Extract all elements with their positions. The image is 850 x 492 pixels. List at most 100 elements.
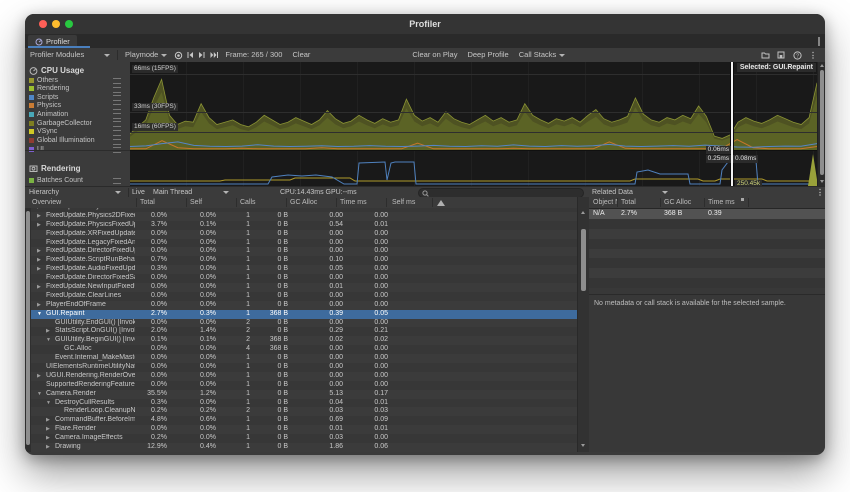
column-self-ms[interactable]: Self ms <box>392 197 415 208</box>
hierarchy-row[interactable]: ▶Flare.Render0.0%0.0%10 B0.010.01 <box>25 425 577 434</box>
hierarchy-row[interactable]: ▼GUIUtility.BeginGUI() [Invoke]0.1%0.1%2… <box>25 336 577 345</box>
expanded-arrow-icon[interactable]: ▼ <box>46 336 51 345</box>
load-profile-icon[interactable] <box>759 49 771 61</box>
chart-scrollbar-thumb[interactable] <box>820 70 824 175</box>
column-time-ms[interactable]: Time ms <box>708 197 735 208</box>
scroll-up-icon[interactable] <box>581 211 585 214</box>
drag-handle-icon[interactable] <box>113 178 121 184</box>
clear-on-play-toggle[interactable]: Clear on Play <box>407 49 462 61</box>
deep-profile-toggle[interactable]: Deep Profile <box>462 49 513 61</box>
drag-handle-icon[interactable] <box>113 95 121 101</box>
hierarchy-row[interactable]: GC.Alloc0.0%0.0%4368 B0.000.00 <box>25 345 577 354</box>
hierarchy-scrollbar[interactable] <box>577 197 589 452</box>
hierarchy-row[interactable]: FixedUpdate.XRFixedUpdate0.0%0.0%10 B0.0… <box>25 230 577 239</box>
kebab-menu-icon[interactable]: ⋮ <box>807 49 819 61</box>
hierarchy-row[interactable]: ▶FixedUpdate.ScriptRunBehaviourFixedUpda… <box>25 256 577 265</box>
collapsed-arrow-icon[interactable]: ▶ <box>37 247 41 256</box>
record-button[interactable] <box>172 49 184 61</box>
hierarchy-row[interactable]: RenderLoop.CleanupNodeQueue0.2%0.2%20 B0… <box>25 407 577 416</box>
hierarchy-row[interactable]: ▼Camera.Render35.5%1.2%10 B5.130.17 <box>25 390 577 399</box>
column-object-name[interactable]: Object Name <box>593 197 617 208</box>
hierarchy-row[interactable]: Event.Internal_MakeMasterEventCurrent0.0… <box>25 354 577 363</box>
scroll-up-icon[interactable] <box>820 64 824 67</box>
hierarchy-row[interactable]: ▼DestroyCullResults0.3%0.0%10 B0.040.01 <box>25 399 577 408</box>
collapsed-arrow-icon[interactable]: ▶ <box>37 372 41 381</box>
hierarchy-row[interactable]: FixedUpdate.DirectorFixedSampleTime0.0%0… <box>25 274 577 283</box>
call-stacks-dropdown[interactable]: Call Stacks <box>514 49 571 61</box>
expanded-arrow-icon[interactable]: ▼ <box>46 399 51 408</box>
hierarchy-row[interactable]: ▶FixedUpdate.DirectorFixedUpdate0.0%0.0%… <box>25 247 577 256</box>
next-frame-button[interactable] <box>196 49 208 61</box>
drag-handle-icon[interactable] <box>113 121 121 127</box>
column-time-ms[interactable]: Time ms <box>340 197 367 208</box>
legend-item-others[interactable]: Others <box>29 76 127 84</box>
hierarchy-row-selected[interactable]: ▼GUI.Repaint2.7%0.3%1368 B0.390.05 <box>25 310 577 319</box>
legend-item-scripts[interactable]: Scripts <box>29 93 127 101</box>
hierarchy-row[interactable]: ▶FixedUpdate.Physics2DFixedUpdate0.0%0.0… <box>25 212 577 221</box>
hierarchy-row[interactable]: ▶Drawing12.9%0.4%10 B1.860.06 <box>25 443 577 452</box>
related-data-row-selected[interactable]: N/A 2.7% 368 B 0.39 <box>589 209 825 219</box>
profiler-modules-dropdown[interactable]: Profiler Modules <box>25 49 115 61</box>
pane-handle-icon[interactable] <box>818 37 820 46</box>
collapsed-arrow-icon[interactable]: ▶ <box>37 221 41 230</box>
drag-handle-icon[interactable] <box>113 104 121 110</box>
collapsed-arrow-icon[interactable]: ▶ <box>37 301 41 310</box>
collapsed-arrow-icon[interactable]: ▶ <box>46 416 50 425</box>
collapsed-arrow-icon[interactable]: ▶ <box>46 327 50 336</box>
scroll-down-icon[interactable] <box>820 180 824 183</box>
column-gc-alloc[interactable]: GC Alloc <box>664 197 691 208</box>
hierarchy-row[interactable]: FixedUpdate.LegacyFixedAnimationUpdate0.… <box>25 239 577 248</box>
hierarchy-row[interactable]: FixedUpdate.ClearLines0.0%0.0%10 B0.000.… <box>25 292 577 301</box>
legend-item-global-illumination[interactable]: Global Illumination <box>29 137 127 145</box>
legend-item-rendering[interactable]: Rendering <box>29 85 127 93</box>
hierarchy-left-scrollbar[interactable] <box>25 208 31 452</box>
cpu-usage-chart[interactable] <box>130 62 817 150</box>
hierarchy-row[interactable]: ▶UGUI.Rendering.RenderOverlays0.0%0.0%10… <box>25 372 577 381</box>
hierarchy-row[interactable]: SupportedRenderingFeatures.active0.0%0.0… <box>25 381 577 390</box>
expanded-arrow-icon[interactable]: ▼ <box>37 390 42 399</box>
collapsed-arrow-icon[interactable]: ▶ <box>37 265 41 274</box>
collapsed-arrow-icon[interactable]: ▶ <box>46 443 50 452</box>
column-gc-alloc[interactable]: GC Alloc <box>290 197 317 208</box>
search-input[interactable] <box>431 190 571 197</box>
save-profile-icon[interactable] <box>775 49 787 61</box>
hierarchy-row[interactable]: ▶FixedUpdate.NewInputFixedUpdate0.0%0.0%… <box>25 283 577 292</box>
column-total[interactable]: Total <box>621 197 636 208</box>
column-overview[interactable]: Overview <box>32 197 61 208</box>
target-mode-dropdown[interactable]: Playmode <box>120 49 172 61</box>
hierarchy-scrollbar-thumb[interactable] <box>581 229 586 291</box>
help-icon[interactable]: ? <box>791 49 803 61</box>
hierarchy-row[interactable]: UIElementsRuntimeUtilityNativeUpdate0.0%… <box>25 363 577 372</box>
hierarchy-row[interactable]: ▶PlayerEndOfFrame0.0%0.0%10 B0.000.00 <box>25 301 577 310</box>
column-self[interactable]: Self <box>190 197 202 208</box>
drag-handle-icon[interactable] <box>113 130 121 136</box>
chart-scrollbar[interactable] <box>817 62 825 186</box>
marker-column-icon[interactable] <box>437 200 445 206</box>
current-frame-line[interactable] <box>730 62 734 186</box>
hierarchy-row[interactable]: GUIUtility.EndGUI() [Invoke]0.0%0.0%20 B… <box>25 319 577 328</box>
legend-item-garbagecollector[interactable]: GarbageCollector <box>29 119 127 127</box>
legend-item-physics[interactable]: Physics <box>29 102 127 110</box>
legend-item-vsync[interactable]: VSync <box>29 128 127 136</box>
clear-button[interactable]: Clear <box>287 49 315 61</box>
hierarchy-row[interactable]: ▶CommandBuffer.BeforeImageEffects4.8%0.6… <box>25 416 577 425</box>
hierarchy-row[interactable]: ▶FixedUpdate.AudioFixedUpdate0.3%0.0%10 … <box>25 265 577 274</box>
titlebar[interactable]: Profiler <box>25 14 825 35</box>
column-total[interactable]: Total <box>140 197 155 208</box>
drag-handle-icon[interactable] <box>113 87 121 93</box>
left-scrollbar-thumb[interactable] <box>26 211 30 445</box>
collapsed-arrow-icon[interactable]: ▶ <box>37 212 41 221</box>
rendering-module-header[interactable]: Rendering <box>29 163 81 173</box>
scroll-down-icon[interactable] <box>581 444 585 447</box>
collapsed-arrow-icon[interactable]: ▶ <box>46 425 50 434</box>
prev-frame-button[interactable] <box>184 49 196 61</box>
drag-handle-icon[interactable] <box>113 113 121 119</box>
drag-handle-icon[interactable] <box>113 78 121 84</box>
profiler-charts[interactable]: 66ms (15FPS) 33ms (30FPS) 16ms (60FPS) S… <box>130 62 825 186</box>
drag-handle-icon[interactable] <box>113 139 121 145</box>
collapsed-arrow-icon[interactable]: ▶ <box>46 434 50 443</box>
expanded-arrow-icon[interactable]: ▼ <box>37 310 42 319</box>
collapsed-arrow-icon[interactable]: ▶ <box>37 283 41 292</box>
legend-item-batches-count[interactable]: Batches Count <box>29 176 127 184</box>
hierarchy-row[interactable]: ▶Camera.ImageEffects0.2%0.0%10 B0.030.00 <box>25 434 577 443</box>
